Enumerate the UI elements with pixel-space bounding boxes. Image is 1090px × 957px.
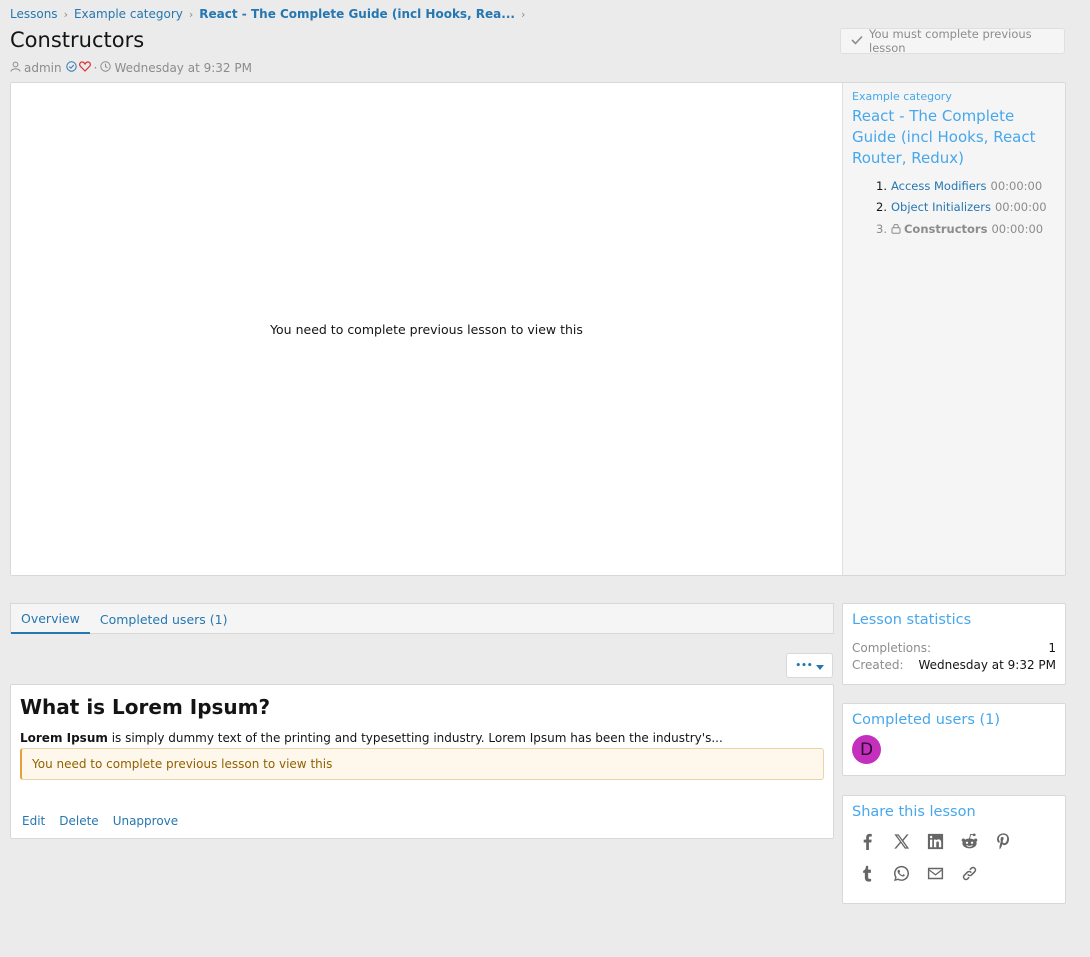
- unapprove-link[interactable]: Unapprove: [113, 814, 178, 828]
- lesson-tabs: Overview Completed users (1): [10, 603, 834, 634]
- stat-row: Created: Wednesday at 9:32 PM: [852, 658, 1056, 672]
- more-options-button[interactable]: •••: [786, 653, 833, 678]
- excerpt-text: is simply dummy text of the printing and…: [107, 731, 723, 745]
- list-item: 2. Object Initializers 00:00:00: [876, 197, 1056, 219]
- completed-users-title[interactable]: Completed users (1): [852, 712, 1056, 728]
- article-actions: Edit Delete Unapprove: [22, 814, 178, 828]
- lock-icon: [891, 223, 901, 235]
- list-item: 1. Access Modifiers 00:00:00: [876, 175, 1056, 197]
- video-locked-message: You need to complete previous lesson to …: [270, 321, 583, 337]
- list-item: 3. Constructors 00:00:00: [876, 218, 1056, 240]
- x-icon[interactable]: [892, 832, 926, 864]
- stat-value: Wednesday at 9:32 PM: [918, 658, 1056, 672]
- facebook-icon[interactable]: [858, 832, 892, 864]
- complete-lesson-button[interactable]: You must complete previous lesson: [840, 27, 1065, 55]
- delete-link[interactable]: Delete: [59, 814, 98, 828]
- chevron-right-icon: ›: [63, 7, 68, 21]
- lesson-panel: You need to complete previous lesson to …: [10, 82, 1066, 576]
- pinterest-icon[interactable]: [994, 832, 1028, 864]
- lesson-duration: 00:00:00: [991, 221, 1044, 236]
- locked-notice: You need to complete previous lesson to …: [20, 748, 824, 780]
- chevron-right-icon: ›: [520, 7, 526, 21]
- stat-label: Completions:: [852, 641, 932, 655]
- meta-separator: ·: [93, 61, 98, 75]
- chevron-right-icon: ›: [188, 7, 194, 21]
- side-category-link[interactable]: Example category: [852, 90, 1056, 103]
- tab-completed-users[interactable]: Completed users (1): [90, 604, 238, 634]
- lesson-meta: admin · Wednesday at 9:32 PM: [10, 61, 252, 75]
- breadcrumb: Lessons › Example category › React - The…: [10, 7, 531, 21]
- lesson-link[interactable]: Access Modifiers: [891, 179, 987, 193]
- link-icon[interactable]: [960, 864, 994, 896]
- author-link[interactable]: admin: [24, 61, 62, 75]
- lesson-duration: 00:00:00: [994, 200, 1047, 215]
- completed-users-block: Completed users (1) D: [842, 703, 1066, 776]
- lesson-description: What is Lorem Ipsum? Lorem Ipsum is simp…: [10, 684, 834, 839]
- lesson-duration: 00:00:00: [990, 178, 1043, 193]
- lesson-link[interactable]: Object Initializers: [891, 200, 991, 214]
- tab-overview[interactable]: Overview: [11, 604, 90, 634]
- email-icon[interactable]: [926, 864, 960, 896]
- share-buttons: [858, 832, 1058, 896]
- breadcrumb-category[interactable]: Example category: [74, 7, 183, 21]
- course-lesson-list: Example category React - The Complete Gu…: [842, 83, 1065, 575]
- article-excerpt: Lorem Ipsum is simply dummy text of the …: [20, 731, 824, 745]
- lesson-statistics-title: Lesson statistics: [852, 612, 972, 628]
- excerpt-bold: Lorem Ipsum: [20, 731, 108, 745]
- clock-icon: [100, 61, 112, 75]
- video-area: You need to complete previous lesson to …: [11, 83, 842, 575]
- lesson-number: 1.: [876, 178, 887, 193]
- verified-badge-icon: [65, 61, 77, 75]
- share-block: Share this lesson: [842, 795, 1066, 904]
- lesson-date: Wednesday at 9:32 PM: [114, 61, 252, 75]
- whatsapp-icon[interactable]: [892, 864, 926, 896]
- checkmark-icon: [851, 34, 863, 48]
- tumblr-icon[interactable]: [858, 864, 892, 896]
- avatar[interactable]: D: [852, 735, 881, 764]
- linkedin-icon[interactable]: [926, 832, 960, 864]
- share-title: Share this lesson: [852, 804, 976, 820]
- page-title: Constructors: [10, 28, 145, 52]
- edit-link[interactable]: Edit: [22, 814, 45, 828]
- caret-down-icon: [815, 659, 824, 673]
- breadcrumb-course[interactable]: React - The Complete Guide (incl Hooks, …: [199, 7, 515, 21]
- lesson-number: 3.: [876, 221, 887, 236]
- stat-row: Completions: 1: [852, 641, 1056, 655]
- more-dots-label: •••: [795, 660, 813, 671]
- side-course-title[interactable]: React - The Complete Guide (incl Hooks, …: [852, 106, 1056, 169]
- lesson-number: 2.: [876, 200, 887, 215]
- reddit-icon[interactable]: [960, 832, 994, 864]
- user-icon: [10, 61, 21, 75]
- lesson-list: 1. Access Modifiers 00:00:00 2. Object I…: [852, 175, 1056, 240]
- complete-lesson-label: You must complete previous lesson: [869, 27, 1032, 55]
- current-lesson-title: Constructors: [903, 221, 988, 236]
- stat-label: Created:: [852, 658, 904, 672]
- stat-value: 1: [1048, 641, 1056, 655]
- article-heading: What is Lorem Ipsum?: [20, 695, 271, 719]
- lesson-statistics-block: Lesson statistics Completions: 1 Created…: [842, 603, 1066, 685]
- breadcrumb-lessons[interactable]: Lessons: [10, 7, 58, 21]
- heart-icon: [78, 61, 91, 75]
